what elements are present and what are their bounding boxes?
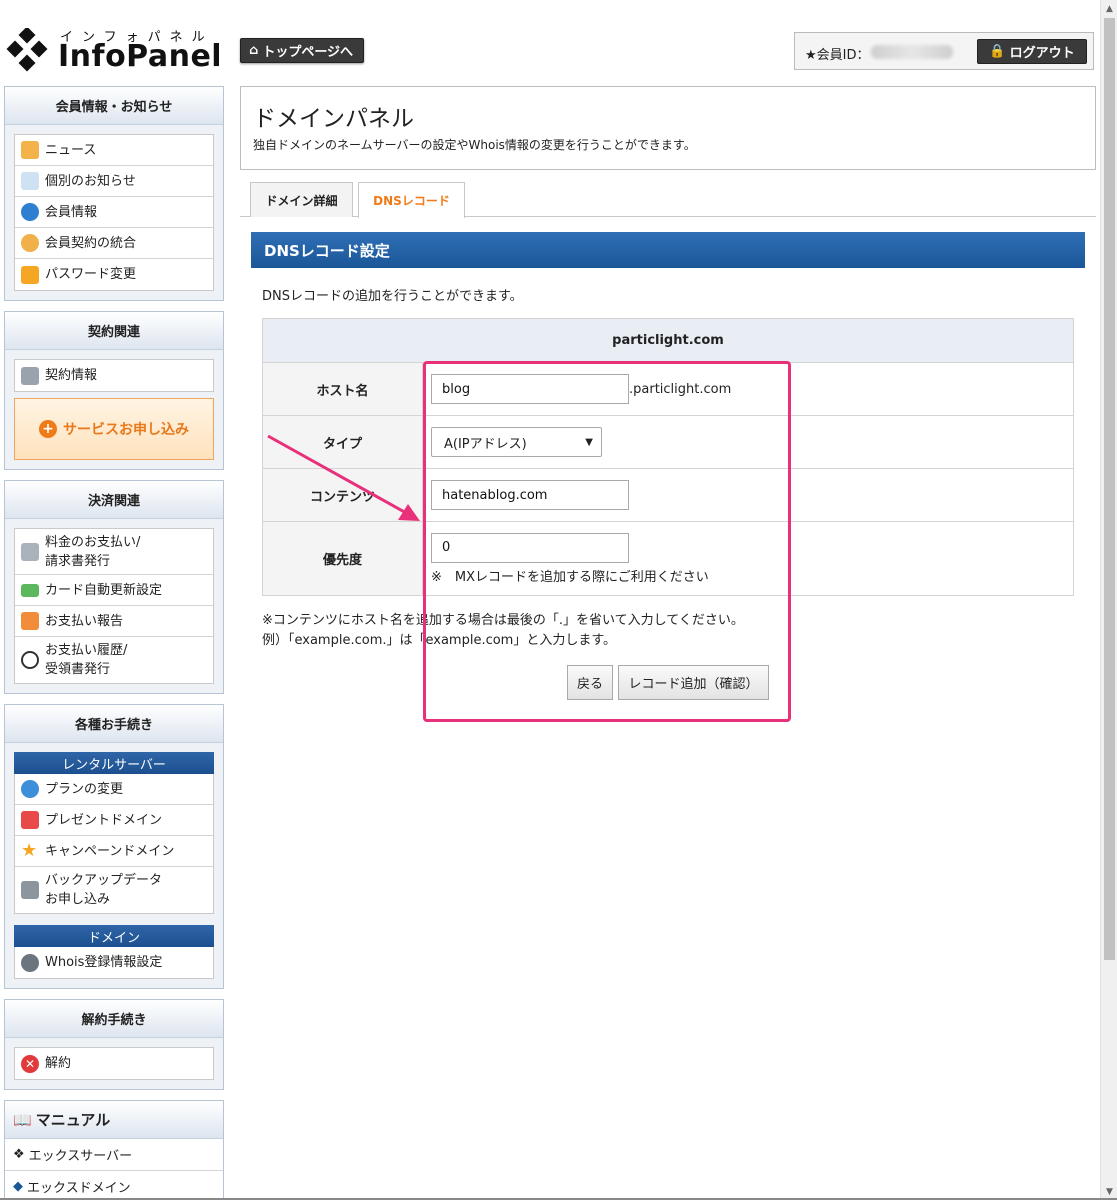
lock-icon: 🔒 (989, 44, 1006, 59)
sidebar-item-password[interactable]: パスワード変更 (15, 259, 213, 290)
sidebar-item-cancel[interactable]: ✕ 解約 (15, 1048, 213, 1079)
credit-card-icon (21, 583, 39, 597)
add-record-confirm-button[interactable]: レコード追加（確認） (618, 665, 769, 700)
content-label: コンテンツ (262, 468, 423, 522)
sidebar-procedures-section: 各種お手続き レンタルサーバー プランの変更 プレゼントドメイン ★ キャンペー… (4, 704, 224, 989)
book-icon: 📖 (13, 1110, 32, 1129)
notice-icon (21, 172, 39, 190)
sidebar-item-card-renewal[interactable]: カード自動更新設定 (15, 575, 213, 606)
tab-bar: ドメイン詳細 DNSレコード (240, 182, 1096, 218)
sidebar-procedures-title: 各種お手続き (5, 705, 223, 743)
manual-item-xdomain[interactable]: ◆ エックスドメイン (5, 1171, 223, 1200)
page: インフォパネル InfoPanel ⌂ トップページへ ★会員ID： 🔒 ログア… (0, 0, 1117, 1200)
sidebar-manual-section: 📖 マニュアル ❖ エックスサーバー ◆ エックスドメイン (4, 1100, 224, 1200)
logout-button[interactable]: 🔒 ログアウト (977, 39, 1087, 64)
contract-icon (21, 366, 39, 385)
sidebar-member-title: 会員情報・お知らせ (5, 87, 223, 125)
sidebar-cancel-title: 解約手続き (5, 1000, 223, 1038)
sidebar-payment-section: 決済関連 料金のお支払い/ 請求書発行 カード自動更新設定 お支払い報告 お支払… (4, 480, 224, 694)
diamond-icon: ❖ (13, 1147, 25, 1162)
user-icon (21, 203, 39, 221)
plus-circle-icon: + (39, 420, 57, 438)
domain-panel-header: ドメインパネル 独自ドメインのネームサーバーの設定やWhois情報の変更を行うこ… (240, 86, 1096, 170)
dns-record-form: particlight.com ホスト名 .particlight.com タイ… (262, 318, 1074, 596)
domain-name-header: particlight.com (262, 318, 1074, 363)
record-type-value: A(IPアドレス) (444, 436, 527, 452)
member-id-redacted (871, 45, 953, 59)
sidebar-payment-title: 決済関連 (5, 481, 223, 519)
footnote-line-2: 例）「example.com.」は「example.com」と入力します。 (262, 633, 617, 648)
rental-server-header: レンタルサーバー (14, 752, 214, 774)
footnote-line-1: ※コンテンツにホスト名を追加する場合は最後の「.」を省いて入力してください。 (262, 613, 744, 628)
host-suffix: .particlight.com (629, 381, 732, 397)
member-box: ★会員ID： 🔒 ログアウト (794, 32, 1094, 70)
sidebar-cancel-section: 解約手続き ✕ 解約 (4, 999, 224, 1090)
scroll-up-icon[interactable]: ▲ (1101, 0, 1117, 17)
content-input[interactable] (431, 480, 629, 510)
sidebar-item-payment-history[interactable]: お支払い履歴/ 受領書発行 (15, 637, 213, 683)
users-icon (21, 953, 39, 972)
sidebar-item-news[interactable]: ニュース (15, 135, 213, 166)
sidebar-item-plan-change[interactable]: プランの変更 (15, 774, 213, 805)
top-page-button[interactable]: ⌂ トップページへ (240, 38, 365, 63)
sidebar-manual-title: 📖 マニュアル (5, 1101, 223, 1139)
priority-label: 優先度 (262, 521, 423, 596)
footnote: ※コンテンツにホスト名を追加する場合は最後の「.」を省いて入力してください。 例… (262, 611, 744, 651)
host-label: ホスト名 (262, 362, 423, 416)
padlock-icon (21, 265, 39, 284)
host-name-input[interactable] (431, 374, 629, 404)
gift-icon (21, 811, 39, 829)
backup-icon (21, 881, 39, 899)
calculator-icon (21, 542, 39, 561)
sidebar-member-section: 会員情報・お知らせ ニュース 個別のお知らせ 会員情報 会員契約の統合 パスワー… (4, 86, 224, 301)
dropdown-arrow-icon: ▼ (585, 436, 593, 448)
report-icon (21, 612, 39, 630)
scrollbar-thumb[interactable] (1104, 18, 1115, 960)
sidebar-item-whois[interactable]: Whois登録情報設定 (15, 947, 213, 978)
sidebar-contract-title: 契約関連 (5, 312, 223, 350)
news-icon (21, 141, 39, 159)
sidebar-item-payment[interactable]: 料金のお支払い/ 請求書発行 (15, 529, 213, 575)
section-title: DNSレコード設定 (251, 232, 1085, 268)
service-apply-button[interactable]: + サービスお申し込み (14, 398, 214, 460)
xdomain-icon: ◆ (13, 1179, 23, 1194)
tab-dns-record[interactable]: DNSレコード (358, 182, 465, 218)
merge-icon (21, 234, 39, 252)
sidebar-contract-section: 契約関連 契約情報 + サービスお申し込み (4, 311, 224, 470)
clock-icon (21, 651, 39, 669)
page-scrollbar[interactable]: ▲ ▼ (1100, 0, 1117, 1200)
home-icon: ⌂ (249, 43, 259, 58)
sidebar: 会員情報・お知らせ ニュース 個別のお知らせ 会員情報 会員契約の統合 パスワー… (4, 86, 224, 1200)
domain-header: ドメイン (14, 925, 214, 947)
sidebar-item-merge-contract[interactable]: 会員契約の統合 (15, 228, 213, 259)
sidebar-item-member-info[interactable]: 会員情報 (15, 197, 213, 228)
infopanel-logo[interactable]: インフォパネル InfoPanel (4, 26, 222, 76)
sidebar-item-backup[interactable]: バックアップデータ お申し込み (15, 867, 213, 913)
priority-note: ※ MXレコードを追加する際にご利用ください (431, 569, 709, 585)
page-description: 独自ドメインのネームサーバーの設定やWhois情報の変更を行うことができます。 (253, 138, 696, 152)
sidebar-item-campaign-domain[interactable]: ★ キャンペーンドメイン (15, 836, 213, 867)
page-title: ドメインパネル (253, 106, 414, 132)
member-id-label: ★会員ID： (805, 48, 870, 63)
back-button[interactable]: 戻る (567, 665, 613, 700)
tab-domain-detail[interactable]: ドメイン詳細 (250, 182, 353, 217)
refresh-icon (21, 780, 39, 798)
sidebar-item-payment-report[interactable]: お支払い報告 (15, 606, 213, 637)
sidebar-item-notice[interactable]: 個別のお知らせ (15, 166, 213, 197)
logo-diamonds-icon (6, 28, 48, 72)
manual-item-xserver[interactable]: ❖ エックスサーバー (5, 1139, 223, 1171)
logo-name: InfoPanel (58, 39, 223, 74)
sidebar-item-contract-info[interactable]: 契約情報 (15, 360, 213, 391)
section-description: DNSレコードの追加を行うことができます。 (262, 289, 523, 304)
star-icon: ★ (21, 840, 38, 861)
cancel-icon: ✕ (21, 1054, 39, 1073)
record-type-select[interactable]: A(IPアドレス) ▼ (431, 427, 602, 457)
type-label: タイプ (262, 415, 423, 469)
sidebar-item-present-domain[interactable]: プレゼントドメイン (15, 805, 213, 836)
priority-input[interactable] (431, 532, 629, 563)
